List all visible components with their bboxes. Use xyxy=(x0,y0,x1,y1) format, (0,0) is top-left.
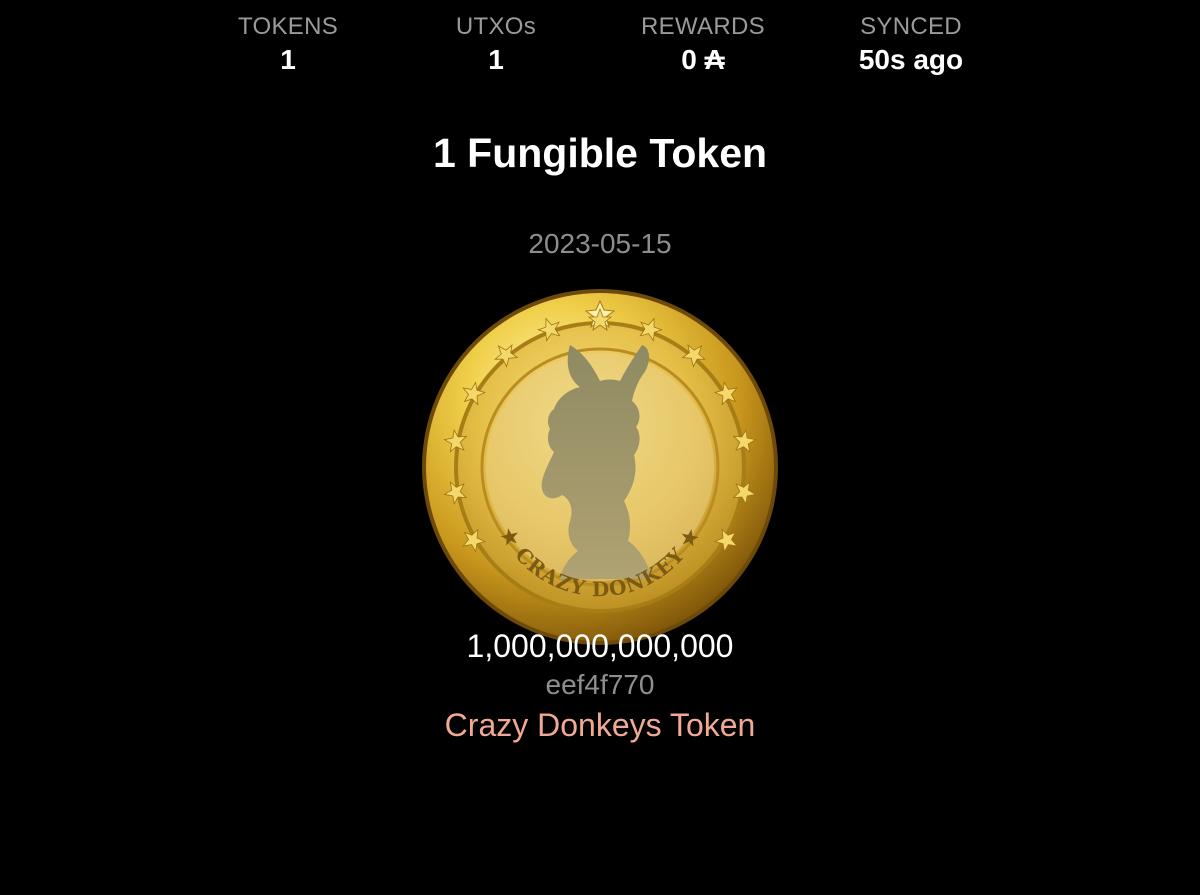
stat-rewards-value: 0 ₳ xyxy=(681,44,725,75)
crazy-donkey-coin-icon: ★ CRAZY DONKEY ★ xyxy=(422,289,778,645)
stat-utxos-value: 1 xyxy=(488,44,504,75)
stat-utxos: UTXOs 1 xyxy=(396,12,596,78)
token-date: 2023-05-15 xyxy=(528,228,672,259)
stat-tokens-label: TOKENS xyxy=(237,13,339,40)
stat-synced-value: 50s ago xyxy=(858,44,964,75)
page-title: 1 Fungible Token xyxy=(432,130,768,176)
stat-tokens-value: 1 xyxy=(280,44,296,75)
token-name[interactable]: Crazy Donkeys Token xyxy=(350,705,850,745)
stat-synced: SYNCED 50s ago xyxy=(811,12,1011,78)
stat-tokens: TOKENS 1 xyxy=(188,12,388,78)
token-policy-id: eef4f770 xyxy=(545,669,655,700)
stat-rewards-label: REWARDS xyxy=(641,13,765,40)
stat-utxos-label: UTXOs xyxy=(455,13,537,40)
token-amount: 1,000,000,000,000 xyxy=(466,628,734,664)
stat-rewards: REWARDS 0 ₳ xyxy=(603,12,803,78)
stat-synced-label: SYNCED xyxy=(860,13,962,40)
token-card[interactable]: 2023-05-15 ★ CRAZY DONKEY ★ 1,000,000,00… xyxy=(350,222,850,752)
stats-bar: TOKENS 1 UTXOs 1 REWARDS 0 ₳ SYNCED 50s … xyxy=(0,12,1200,82)
